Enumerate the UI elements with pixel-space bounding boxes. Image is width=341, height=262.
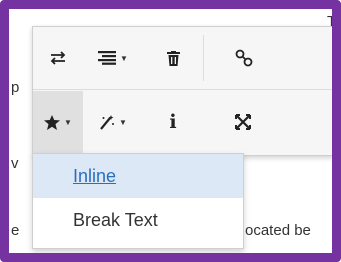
align-icon (98, 51, 117, 65)
info-icon: i (169, 111, 177, 133)
info-button[interactable]: i (143, 91, 203, 153)
menu-item-break-text[interactable]: Break Text (33, 198, 243, 242)
bg-text-fragment: p (11, 79, 20, 96)
bg-text-fragment: ocated be (245, 222, 311, 239)
swap-button[interactable] (33, 27, 83, 89)
menu-item-inline[interactable]: Inline (33, 154, 243, 198)
magic-wand-icon (99, 114, 115, 130)
chevron-down-icon: ▼ (64, 117, 72, 127)
toolbar-row-1: ▼ (33, 27, 332, 89)
star-icon (44, 114, 61, 130)
image-toolbar: ▼ ▼ ▼ i (32, 26, 332, 156)
link-button[interactable] (204, 27, 284, 89)
fullscreen-button[interactable] (203, 91, 283, 153)
toolbar-row-divider (33, 89, 332, 90)
chevron-down-icon: ▼ (119, 117, 127, 127)
image-editor-frame: T p h e v e ocated be (0, 0, 341, 262)
bg-text-fragment: e (11, 222, 20, 239)
trash-icon (166, 50, 180, 66)
toolbar-row-2: ▼ ▼ i (33, 91, 332, 153)
image-style-dropdown-button[interactable]: ▼ (33, 91, 83, 153)
swap-icon (49, 50, 67, 66)
bg-text-fragment: v (11, 155, 19, 172)
link-icon (235, 49, 253, 67)
image-style-menu: Inline Break Text (32, 153, 244, 249)
align-dropdown-button[interactable]: ▼ (83, 27, 143, 89)
magic-wand-dropdown-button[interactable]: ▼ (83, 91, 143, 153)
chevron-down-icon: ▼ (120, 53, 128, 63)
delete-button[interactable] (143, 27, 203, 89)
fullscreen-icon (235, 114, 251, 130)
